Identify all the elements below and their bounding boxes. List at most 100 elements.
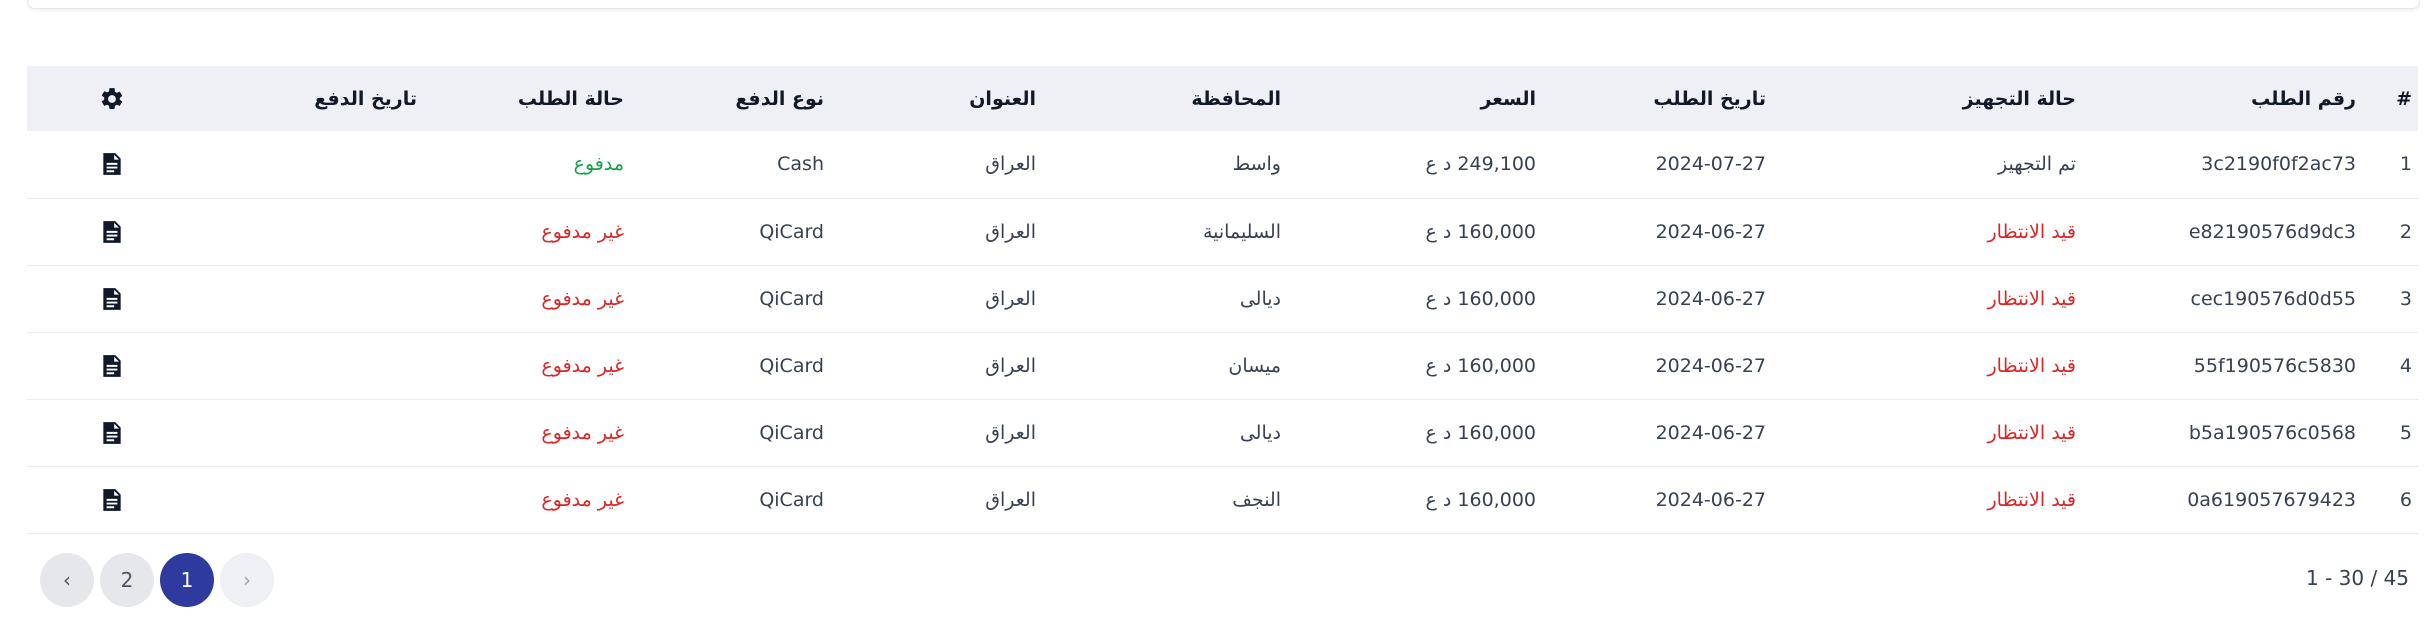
order-date: 2024-06-27 [1655, 488, 1766, 511]
payment-type-cell: QiCard [624, 466, 824, 533]
row-index: 6 [2399, 488, 2412, 511]
orders-table: # رقم الطلب حالة التجهيز تاريخ الطلب الس… [27, 66, 2418, 534]
document-icon[interactable] [99, 353, 125, 379]
row-action-cell [27, 332, 197, 399]
prep-status: قيد الانتظار [1987, 354, 2076, 377]
header-governorate: المحافظة [1191, 87, 1281, 110]
price: 249,100 د ع [1425, 153, 1536, 176]
document-icon[interactable] [99, 487, 125, 513]
prep-status-cell: قيد الانتظار [1766, 332, 2076, 399]
order-status: غير مدفوع [541, 287, 624, 310]
order-id-cell: e82190576d9dc3 [2076, 198, 2356, 265]
page-1-button[interactable]: 1 [160, 553, 214, 607]
address-cell: العراق [824, 131, 1036, 198]
price: 160,000 د ع [1425, 488, 1536, 511]
order-id: 3c2190f0f2ac73 [2201, 153, 2356, 176]
order-date-cell: 2024-06-27 [1536, 399, 1766, 466]
order-status-cell: غير مدفوع [417, 332, 624, 399]
pagination-prev-button[interactable]: ‹ [40, 553, 94, 607]
address: العراق [985, 153, 1036, 176]
order-date: 2024-06-27 [1655, 287, 1766, 310]
address: العراق [985, 354, 1036, 377]
prep-status: قيد الانتظار [1987, 287, 2076, 310]
price-cell: 160,000 د ع [1281, 265, 1536, 332]
order-status: مدفوع [573, 153, 624, 176]
governorate: النجف [1232, 488, 1281, 511]
prep-status-cell: قيد الانتظار [1766, 466, 2076, 533]
prep-status-cell: قيد الانتظار [1766, 399, 2076, 466]
document-icon[interactable] [99, 151, 125, 177]
row-action-cell [27, 466, 197, 533]
header-row: # رقم الطلب حالة التجهيز تاريخ الطلب الس… [27, 66, 2418, 131]
row-action-cell [27, 198, 197, 265]
order-status: غير مدفوع [541, 220, 624, 243]
prep-status: تم التجهيز [1997, 153, 2076, 176]
governorate: ديالى [1239, 421, 1281, 444]
payment-date-cell [197, 198, 417, 265]
governorate-cell: النجف [1036, 466, 1281, 533]
pagination: ‹ 2 1 › [40, 553, 274, 607]
order-date: 2024-06-27 [1655, 220, 1766, 243]
pagination-range: 1 - 30 / 45 [2305, 566, 2409, 590]
header-prep-status: حالة التجهيز [1962, 87, 2076, 110]
governorate: السليمانية [1202, 220, 1281, 243]
governorate: ديالى [1239, 287, 1281, 310]
price: 160,000 د ع [1425, 220, 1536, 243]
document-icon[interactable] [99, 286, 125, 312]
governorate-cell: ديالى [1036, 265, 1281, 332]
order-date-cell: 2024-06-27 [1536, 332, 1766, 399]
header-order-id: رقم الطلب [2251, 87, 2356, 110]
governorate-cell: ديالى [1036, 399, 1281, 466]
document-icon[interactable] [99, 219, 125, 245]
address-cell: العراق [824, 332, 1036, 399]
order-date-cell: 2024-07-27 [1536, 131, 1766, 198]
row-index-cell: 4 [2356, 332, 2418, 399]
order-date: 2024-07-27 [1655, 153, 1766, 176]
header-address: العنوان [969, 87, 1036, 110]
order-id: 55f190576c5830 [2193, 354, 2356, 377]
row-action-cell [27, 265, 197, 332]
header-order-status: حالة الطلب [517, 87, 624, 110]
row-index-cell: 6 [2356, 466, 2418, 533]
row-action-cell [27, 399, 197, 466]
row-index-cell: 1 [2356, 131, 2418, 198]
payment-type-cell: QiCard [624, 399, 824, 466]
order-status: غير مدفوع [541, 421, 624, 444]
row-index-cell: 3 [2356, 265, 2418, 332]
order-date: 2024-06-27 [1655, 421, 1766, 444]
payment-type: Cash [777, 153, 824, 176]
prep-status: قيد الانتظار [1987, 220, 2076, 243]
table-row: 5 b5a190576c0568 قيد الانتظار 2024-06-27 160… [27, 399, 2418, 466]
header-settings[interactable] [27, 66, 197, 131]
prep-status: قيد الانتظار [1987, 421, 2076, 444]
order-id-cell: b5a190576c0568 [2076, 399, 2356, 466]
table-header: # رقم الطلب حالة التجهيز تاريخ الطلب الس… [27, 66, 2418, 131]
table-row: 2 e82190576d9dc3 قيد الانتظار 2024-06-27 160… [27, 198, 2418, 265]
price: 160,000 د ع [1425, 421, 1536, 444]
order-id-cell: cec190576d0d55 [2076, 265, 2357, 332]
order-id: b5a190576c0568 [2188, 421, 2356, 444]
order-status: غير مدفوع [541, 354, 624, 377]
order-date-cell: 2024-06-27 [1536, 265, 1766, 332]
table-row: 1 3c2190f0f2ac73 تم التجهيز 2024-07-27 249,1… [27, 131, 2418, 198]
document-icon[interactable] [99, 420, 125, 446]
table-row: 4 55f190576c5830 قيد الانتظار 2024-06-27 160… [27, 332, 2418, 399]
payment-type-cell: QiCard [624, 198, 824, 265]
address: العراق [985, 421, 1036, 444]
payment-date-cell [197, 466, 417, 533]
address-cell: العراق [824, 198, 1036, 265]
prep-status-cell: تم التجهيز [1766, 131, 2076, 198]
gear-icon[interactable] [99, 86, 125, 112]
address-cell: العراق [824, 265, 1036, 332]
order-status: غير مدفوع [541, 488, 624, 511]
page-2-button[interactable]: 2 [100, 553, 154, 607]
payment-type: QiCard [759, 354, 824, 377]
table-body: 1 3c2190f0f2ac73 تم التجهيز 2024-07-27 249,1… [27, 131, 2418, 533]
table-row: 3 cec190576d0d55 قيد الانتظار 2024-06-27 160… [27, 265, 2418, 332]
price: 160,000 د ع [1425, 287, 1536, 310]
payment-type-cell: Cash [624, 131, 824, 198]
payment-type-cell: QiCard [624, 332, 824, 399]
address-cell: العراق [824, 466, 1036, 533]
pagination-next-button[interactable]: › [220, 553, 274, 607]
address: العراق [985, 488, 1036, 511]
